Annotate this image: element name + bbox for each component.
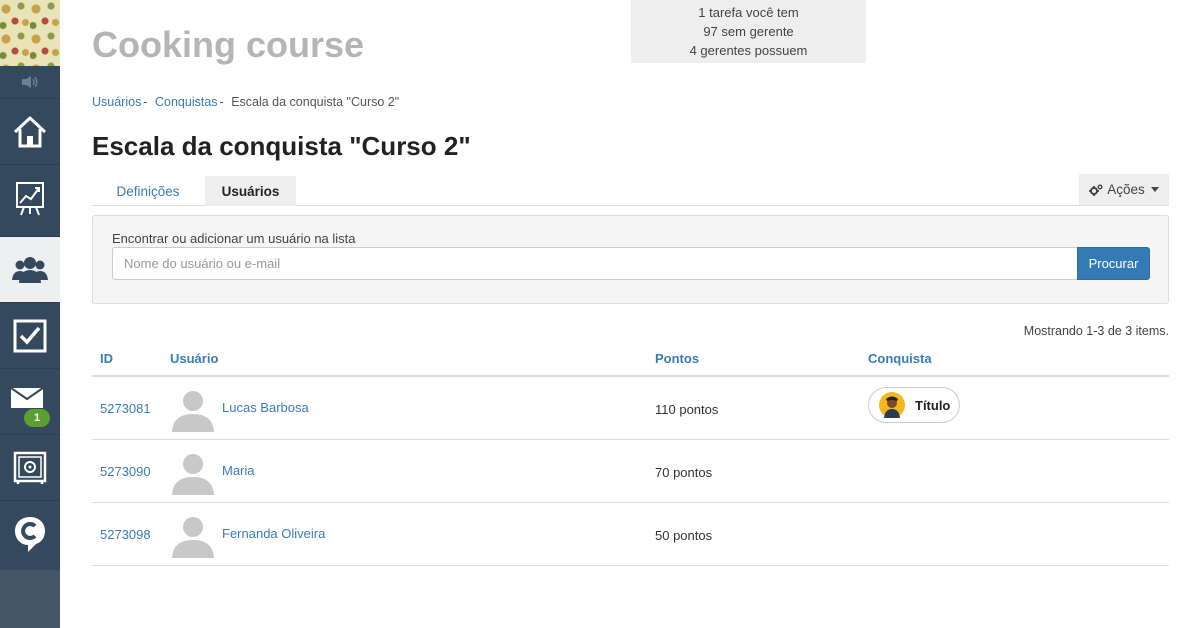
app-brand: Cooking course — [92, 24, 365, 65]
table-row: 5273081 Lucas Barbosa 110 pontos Título — [92, 377, 1169, 440]
user-name-link[interactable]: Lucas Barbosa — [222, 400, 309, 415]
table-row: 5273090 Maria 70 pontos — [92, 440, 1169, 503]
checkbox-icon — [13, 319, 47, 352]
stats-tasks[interactable]: 1 tarefa você tem — [631, 3, 866, 22]
mail-icon — [11, 386, 43, 408]
sidebar: 1 — [0, 0, 60, 628]
tab-users[interactable]: Usuários — [205, 176, 296, 206]
search-label: Encontrar ou adicionar um usuário na lis… — [112, 231, 356, 246]
user-name-link[interactable]: Maria — [222, 463, 255, 478]
user-points: 110 pontos — [655, 402, 719, 417]
achievement-label: Título — [915, 397, 951, 413]
breadcrumb-achievements[interactable]: Conquistas — [155, 95, 218, 109]
gears-icon — [1089, 184, 1103, 196]
search-input[interactable] — [112, 247, 1078, 280]
breadcrumb-current: Escala da conquista "Curso 2" — [231, 95, 400, 109]
column-id[interactable]: ID — [100, 351, 113, 366]
avatar-placeholder-icon — [172, 517, 214, 558]
column-points[interactable]: Pontos — [655, 351, 699, 366]
nav-chat[interactable] — [0, 500, 60, 566]
breadcrumb-users[interactable]: Usuários — [92, 95, 141, 109]
results-summary: Mostrando 1-3 de 3 items. — [1023, 324, 1169, 338]
users-icon — [12, 256, 48, 283]
sidebar-footer — [0, 570, 60, 628]
unread-count-badge: 1 — [24, 409, 50, 427]
table-header: ID Usuário Pontos Conquista — [92, 340, 1169, 377]
app-root: 1 Cooking course 1 tarefa você tem 97 se… — [0, 0, 1199, 628]
nav-users[interactable] — [0, 236, 60, 302]
nav-tasks[interactable] — [0, 302, 60, 368]
user-points: 50 pontos — [655, 528, 713, 543]
chat-logo-icon — [15, 516, 45, 552]
breadcrumb: Usuários - Conquistas - Escala da conquist… — [92, 95, 399, 109]
column-achievement[interactable]: Conquista — [868, 351, 932, 366]
chef-avatar-icon — [879, 392, 905, 418]
table-row: 5273098 Fernanda Oliveira 50 pontos — [92, 503, 1169, 566]
column-user[interactable]: Usuário — [170, 351, 218, 366]
chart-icon — [16, 181, 44, 215]
user-points: 70 pontos — [655, 465, 713, 480]
nav-vault[interactable] — [0, 434, 60, 500]
actions-label: Ações — [1107, 182, 1145, 197]
page-title: Escala da conquista "Curso 2" — [92, 131, 471, 161]
nav-home[interactable] — [0, 98, 60, 164]
users-table: ID Usuário Pontos Conquista 5273081 Luca… — [92, 340, 1169, 566]
tab-bar: Definições Usuários — [92, 176, 1169, 206]
actions-dropdown[interactable]: Ações — [1079, 174, 1169, 205]
caret-down-icon — [1150, 187, 1159, 192]
user-id-link[interactable]: 5273090 — [100, 464, 151, 479]
stats-panel: 1 tarefa você tem 97 sem gerente 4 geren… — [631, 0, 866, 63]
nav-messages[interactable]: 1 — [0, 368, 60, 434]
achievement-badge[interactable]: Título — [868, 387, 960, 423]
breadcrumb-separator: - — [143, 95, 148, 109]
safe-icon — [13, 451, 47, 484]
sound-toggle[interactable] — [0, 66, 60, 98]
search-button[interactable]: Procurar — [1077, 247, 1150, 280]
stats-no-manager[interactable]: 97 sem gerente — [631, 22, 866, 41]
speaker-icon — [22, 76, 38, 88]
tab-settings[interactable]: Definições — [92, 176, 204, 206]
user-id-link[interactable]: 5273081 — [100, 401, 151, 416]
avatar-placeholder-icon — [172, 391, 214, 432]
course-logo[interactable] — [0, 0, 60, 66]
user-id-link[interactable]: 5273098 — [100, 527, 151, 542]
search-panel: Encontrar ou adicionar um usuário na lis… — [92, 215, 1169, 304]
nav-reports[interactable] — [0, 164, 60, 230]
home-icon — [13, 116, 47, 147]
stats-managers[interactable]: 4 gerentes possuem — [631, 41, 866, 60]
avatar-placeholder-icon — [172, 454, 214, 495]
user-name-link[interactable]: Fernanda Oliveira — [222, 526, 325, 541]
breadcrumb-separator: - — [219, 95, 224, 109]
